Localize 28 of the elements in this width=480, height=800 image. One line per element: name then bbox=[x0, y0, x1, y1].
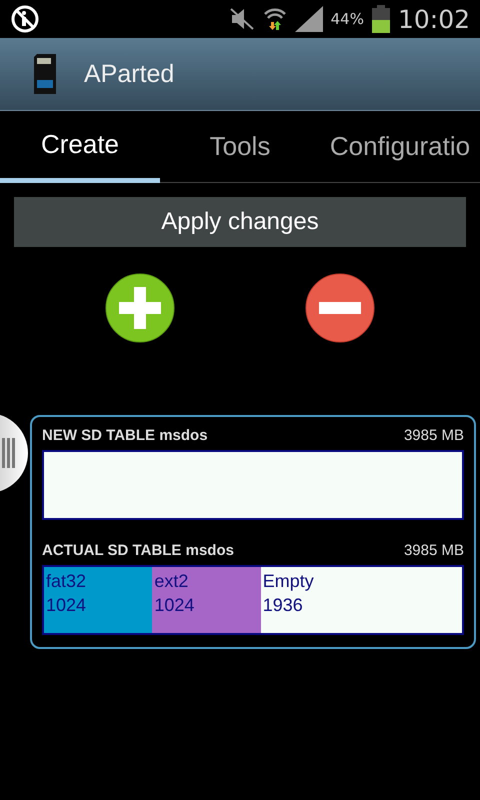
battery-icon bbox=[372, 5, 390, 33]
tab[interactable]: Configuratio bbox=[320, 111, 480, 183]
partition-type: fat32 bbox=[46, 570, 88, 593]
battery-percent: 44% bbox=[330, 10, 364, 28]
partition-segment[interactable]: ext2 1024 bbox=[152, 567, 261, 633]
mute-icon bbox=[228, 7, 255, 31]
add-icon[interactable] bbox=[105, 273, 175, 343]
partition-type: ext2 bbox=[154, 570, 190, 593]
table-title: ACTUAL SD TABLE msdos bbox=[42, 542, 234, 559]
table-size: 3985 MB bbox=[404, 542, 464, 559]
wifi-icon bbox=[262, 6, 287, 32]
table-size: 3985 MB bbox=[404, 427, 464, 444]
tab[interactable]: Tools bbox=[160, 111, 320, 183]
blocked-info-icon bbox=[10, 4, 40, 34]
partition-size: 1024 bbox=[46, 594, 88, 617]
apply-changes-button[interactable]: Apply changes bbox=[14, 197, 466, 247]
grip-icon bbox=[2, 438, 16, 468]
partition-segment[interactable]: fat32 1024 bbox=[44, 567, 152, 633]
signal-icon bbox=[294, 6, 323, 32]
table-title: NEW SD TABLE msdos bbox=[42, 427, 208, 444]
remove-icon[interactable] bbox=[305, 273, 375, 343]
partition-type: Empty bbox=[262, 570, 315, 593]
clock: 10:02 bbox=[398, 4, 470, 34]
sd-card-icon bbox=[34, 54, 56, 94]
app-title: AParted bbox=[84, 60, 174, 88]
tab[interactable]: Create bbox=[0, 111, 160, 183]
partition-size: 1936 bbox=[262, 594, 304, 617]
partition-size: 1024 bbox=[154, 594, 196, 617]
